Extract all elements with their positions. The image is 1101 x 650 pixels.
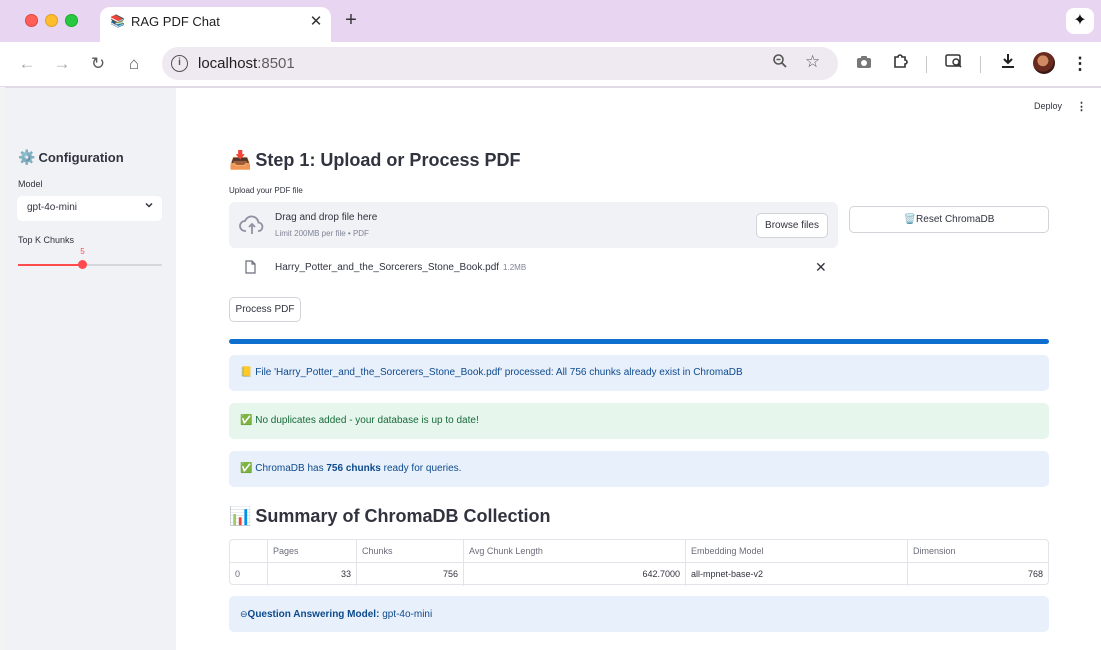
check-mark-icon: ✅ (240, 463, 253, 474)
no-duplicates-text: No duplicates added - your database is u… (255, 415, 479, 426)
chromadb-count-alert: ✅ ChromaDB has 756 chunks ready for quer… (229, 451, 1049, 487)
books-favicon-icon: 📚 (110, 14, 125, 28)
tab-title: RAG PDF Chat (131, 14, 220, 29)
browser-toolbar: ← → ↻ ⌂ i localhost:8501 ☆ ⋮ (0, 42, 1101, 86)
sidebar: ⚙️ Configuration Model gpt-4o-mini Top K … (5, 88, 176, 650)
qa-model-label: Question Answering Model: (247, 609, 380, 620)
model-label: Model (18, 179, 43, 189)
url-host: localhost (198, 55, 258, 72)
table-header-cell: Pages (268, 540, 357, 563)
qa-model-alert: ⊖Question Answering Model: gpt-4o-mini (229, 596, 1049, 632)
remove-file-icon[interactable]: ✕ (815, 259, 827, 276)
table-cell-pages: 33 (268, 563, 357, 586)
browser-tab-bar: 📚 RAG PDF Chat ✕ + ✦ (0, 0, 1101, 42)
reload-icon[interactable]: ↻ (87, 53, 109, 75)
reset-chromadb-label: Reset ChromaDB (916, 214, 995, 225)
window-minimize-button[interactable] (45, 14, 58, 27)
file-size: 1.2MB (503, 263, 527, 272)
file-name-text: Harry_Potter_and_the_Sorcerers_Stone_Boo… (275, 262, 500, 273)
table-header-cell: Chunks (357, 540, 464, 563)
table-header-cell: Dimension (908, 540, 1048, 563)
processed-info-text: File 'Harry_Potter_and_the_Sorcerers_Sto… (255, 367, 743, 378)
no-duplicates-alert: ✅ No duplicates added - your database is… (229, 403, 1049, 439)
table-header-cell: Avg Chunk Length (464, 540, 686, 563)
toolbar-separator (926, 56, 927, 73)
processed-info-alert: 📒 File 'Harry_Potter_and_the_Sorcerers_S… (229, 355, 1049, 391)
model-select[interactable]: gpt-4o-mini (17, 196, 162, 221)
gear-icon: ⚙️ (18, 149, 36, 165)
topk-label: Top K Chunks (18, 235, 75, 245)
step1-title: Step 1: Upload or Process PDF (255, 150, 521, 170)
zoom-icon[interactable] (772, 53, 788, 74)
sidebar-title-text: Configuration (38, 150, 124, 165)
download-icon[interactable] (997, 53, 1019, 75)
sidebar-title: ⚙️ Configuration (18, 149, 124, 166)
ledger-icon: 📒 (240, 367, 253, 378)
forward-arrow-icon[interactable]: → (51, 53, 73, 75)
address-bar[interactable]: i localhost:8501 ☆ (162, 47, 838, 80)
progress-bar (229, 339, 1049, 344)
check-mark-icon: ✅ (240, 415, 253, 426)
bookmark-star-icon[interactable]: ☆ (805, 52, 820, 72)
deploy-button[interactable]: Deploy (1034, 101, 1062, 111)
file-dropzone[interactable]: Drag and drop file here Limit 200MB per … (229, 202, 838, 248)
chevron-down-icon (144, 200, 154, 213)
summary-heading: 📊 Summary of ChromaDB Collection (229, 506, 550, 527)
browse-files-button[interactable]: Browse files (756, 213, 828, 238)
main-menu-icon[interactable]: ⋮ (1076, 100, 1087, 113)
search-tabs-icon[interactable] (943, 53, 965, 75)
table-header-cell: Embedding Model (686, 540, 908, 563)
chromadb-count-prefix: ChromaDB has (255, 463, 327, 474)
uploaded-file-row: Harry_Potter_and_the_Sorcerers_Stone_Boo… (229, 256, 838, 281)
toolbar-separator (980, 56, 981, 73)
bar-chart-icon: 📊 (229, 506, 252, 526)
reset-chromadb-button[interactable]: 🗑️Reset ChromaDB (849, 206, 1049, 233)
window-zoom-button[interactable] (65, 14, 78, 27)
qa-model-value: gpt-4o-mini (382, 609, 433, 620)
gemini-sparkle-icon[interactable]: ✦ (1066, 8, 1094, 34)
home-icon[interactable]: ⌂ (123, 53, 145, 75)
topk-slider-value: 5 (80, 247, 85, 256)
table-cell-avg-chunk-length: 642.7000 (464, 563, 686, 586)
back-arrow-icon[interactable]: ← (16, 53, 38, 75)
model-select-value: gpt-4o-mini (27, 202, 78, 213)
dropzone-text: Drag and drop file here (275, 212, 378, 223)
chromadb-count-bold: 756 chunks (326, 463, 381, 474)
table-cell-dimension: 768 (1027, 569, 1043, 579)
progress-bar-fill (229, 339, 1049, 344)
topk-slider-track[interactable] (18, 264, 162, 266)
page-viewport: ⚙️ Configuration Model gpt-4o-mini Top K … (5, 87, 1101, 650)
extensions-icon[interactable] (889, 53, 911, 75)
profile-avatar[interactable] (1033, 52, 1055, 74)
topk-slider-fill (18, 264, 83, 266)
wastebasket-icon: 🗑️ (903, 214, 917, 225)
robot-icon: ⊖ (240, 609, 248, 619)
upload-label: Upload your PDF file (229, 186, 303, 195)
summary-title: Summary of ChromaDB Collection (255, 506, 551, 526)
table-cell-chunks: 756 (357, 563, 464, 586)
chromadb-count-suffix: ready for queries. (380, 463, 462, 474)
file-icon (245, 260, 256, 274)
topk-slider-thumb[interactable] (78, 260, 88, 269)
browser-tab-active[interactable]: 📚 RAG PDF Chat ✕ (100, 7, 331, 42)
process-pdf-button[interactable]: Process PDF (229, 297, 301, 322)
url-port: :8501 (257, 55, 295, 72)
window-close-button[interactable] (25, 14, 38, 27)
camera-icon[interactable] (853, 53, 875, 75)
summary-table[interactable]: Pages Chunks Avg Chunk Length Embedding … (229, 539, 1049, 586)
url-text[interactable]: localhost:8501 (198, 55, 295, 72)
inbox-tray-icon: 📥 (229, 150, 252, 170)
browser-menu-icon[interactable]: ⋮ (1069, 53, 1091, 75)
new-tab-button[interactable]: + (341, 9, 361, 32)
step1-heading: 📥 Step 1: Upload or Process PDF (229, 150, 520, 171)
uploaded-file-name: Harry_Potter_and_the_Sorcerers_Stone_Boo… (275, 262, 526, 273)
dropzone-limit: Limit 200MB per file • PDF (275, 229, 369, 238)
table-index-cell: 0 (230, 563, 268, 586)
table-cell-embedding-model: all-mpnet-base-v2 (686, 563, 908, 586)
tab-close-icon[interactable]: ✕ (307, 12, 325, 30)
cloud-upload-icon (239, 213, 265, 237)
table-header-cell (230, 540, 268, 563)
site-info-icon[interactable]: i (171, 55, 188, 72)
